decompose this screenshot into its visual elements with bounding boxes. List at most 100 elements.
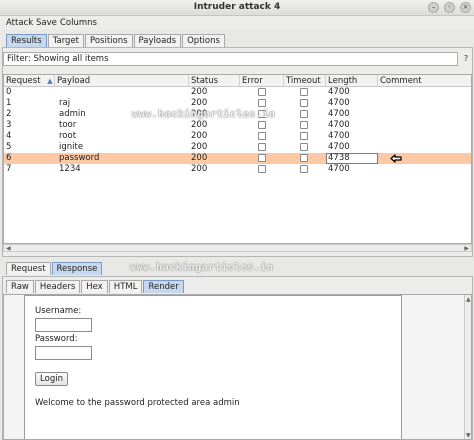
- error-checkbox[interactable]: [258, 143, 266, 151]
- error-checkbox[interactable]: [258, 154, 266, 162]
- request-response-tab-bar: Request Response: [6, 262, 103, 275]
- timeout-checkbox[interactable]: [300, 110, 308, 118]
- rendered-page: Username: Password: Login Welcome to the…: [24, 295, 402, 439]
- tab-options[interactable]: Options: [182, 34, 225, 47]
- username-label: Username:: [35, 306, 82, 316]
- menu-bar: Attack Save Columns: [0, 16, 474, 30]
- help-icon[interactable]: ?: [460, 52, 472, 66]
- cell-request: 4: [6, 131, 12, 141]
- error-checkbox[interactable]: [258, 99, 266, 107]
- welcome-message: Welcome to the password protected area a…: [35, 398, 240, 408]
- cell-request: 7: [6, 164, 12, 174]
- cell-length: 4700: [328, 120, 350, 130]
- tab-payloads[interactable]: Payloads: [133, 34, 182, 47]
- login-button[interactable]: Login: [35, 372, 68, 386]
- cell-length: 4700: [328, 98, 350, 108]
- results-table: Request ▲ Payload Status Error Timeout L…: [3, 74, 472, 244]
- tab-render[interactable]: Render: [143, 280, 184, 293]
- cell-status: 200: [191, 120, 208, 130]
- timeout-checkbox[interactable]: [300, 165, 308, 173]
- cell-status: 200: [191, 153, 208, 163]
- table-row[interactable]: 0 200 4700: [4, 87, 471, 98]
- menu-attack[interactable]: Attack: [6, 18, 33, 28]
- timeout-checkbox[interactable]: [300, 154, 308, 162]
- menu-save[interactable]: Save: [36, 18, 57, 28]
- cell-length: 4700: [328, 109, 350, 119]
- menu-columns[interactable]: Columns: [60, 18, 97, 28]
- password-label: Password:: [35, 334, 78, 344]
- cell-payload: raj: [59, 98, 71, 108]
- cell-status: 200: [191, 131, 208, 141]
- tab-headers[interactable]: Headers: [34, 280, 81, 293]
- timeout-checkbox[interactable]: [300, 99, 308, 107]
- sort-ascending-icon: ▲: [47, 77, 53, 85]
- tab-hex[interactable]: Hex: [81, 280, 108, 293]
- watermark-text: www.hackingarticles.in: [130, 262, 274, 273]
- minimize-icon[interactable]: –: [428, 2, 439, 13]
- cell-status: 200: [191, 164, 208, 174]
- username-input[interactable]: [35, 318, 92, 332]
- table-row-selected[interactable]: 6 password 200 4738: [4, 153, 471, 164]
- cell-request: 5: [6, 142, 12, 152]
- column-comment[interactable]: Comment: [378, 75, 471, 87]
- column-request[interactable]: Request ▲: [4, 75, 55, 87]
- cell-payload: toor: [59, 120, 77, 130]
- table-row[interactable]: 5 ignite 200 4700: [4, 142, 471, 153]
- tab-positions[interactable]: Positions: [85, 34, 133, 47]
- scroll-up-icon[interactable]: ▲: [466, 296, 471, 304]
- column-length[interactable]: Length: [326, 75, 378, 87]
- scroll-down-icon[interactable]: ▼: [466, 432, 471, 439]
- cell-request: 6: [6, 153, 12, 163]
- column-payload[interactable]: Payload: [55, 75, 189, 87]
- cell-request: 2: [6, 109, 12, 119]
- cell-payload: 1234: [59, 164, 81, 174]
- render-vertical-scrollbar[interactable]: ▲ ▼: [464, 295, 471, 439]
- column-request-label: Request: [6, 76, 41, 86]
- pointer-arrow-icon: [390, 154, 402, 163]
- close-icon[interactable]: ×: [460, 2, 471, 13]
- error-checkbox[interactable]: [258, 132, 266, 140]
- table-row[interactable]: 3 toor 200 4700: [4, 120, 471, 131]
- column-timeout[interactable]: Timeout: [284, 75, 326, 87]
- timeout-checkbox[interactable]: [300, 121, 308, 129]
- tab-request[interactable]: Request: [6, 262, 51, 275]
- table-row[interactable]: 4 root 200 4700: [4, 131, 471, 142]
- cell-payload: password: [59, 153, 100, 163]
- top-tab-bar: Results Target Positions Payloads Option…: [6, 34, 225, 47]
- cell-request: 0: [6, 87, 12, 97]
- scroll-right-icon[interactable]: ▶: [464, 245, 469, 253]
- cell-length: 4700: [328, 142, 350, 152]
- window-title: Intruder attack 4: [193, 2, 281, 12]
- cell-status: 200: [191, 142, 208, 152]
- table-horizontal-scrollbar[interactable]: ◀ ▶: [3, 244, 472, 252]
- cell-length: 4700: [328, 164, 350, 174]
- cell-length: 4700: [328, 87, 350, 97]
- cell-request: 1: [6, 98, 12, 108]
- tab-html[interactable]: HTML: [108, 280, 143, 293]
- error-checkbox[interactable]: [258, 121, 266, 129]
- cell-length: 4700: [328, 131, 350, 141]
- table-row[interactable]: 7 1234 200 4700: [4, 164, 471, 175]
- cell-status: 200: [191, 87, 208, 97]
- maximize-icon[interactable]: ◦: [444, 2, 455, 13]
- column-status[interactable]: Status: [189, 75, 240, 87]
- tab-results[interactable]: Results: [6, 34, 47, 47]
- timeout-checkbox[interactable]: [300, 143, 308, 151]
- error-checkbox[interactable]: [258, 88, 266, 96]
- table-header: Request ▲ Payload Status Error Timeout L…: [4, 75, 471, 87]
- filter-bar[interactable]: Filter: Showing all items: [3, 52, 458, 66]
- column-error[interactable]: Error: [240, 75, 284, 87]
- error-checkbox[interactable]: [258, 165, 266, 173]
- tab-target[interactable]: Target: [47, 34, 84, 47]
- title-bar: Intruder attack 4 – ◦ ×: [0, 0, 474, 16]
- cell-request: 3: [6, 120, 12, 130]
- timeout-checkbox[interactable]: [300, 88, 308, 96]
- table-row[interactable]: 1 raj 200 4700: [4, 98, 471, 109]
- scroll-left-icon[interactable]: ◀: [6, 245, 11, 253]
- tab-raw[interactable]: Raw: [6, 280, 34, 293]
- timeout-checkbox[interactable]: [300, 132, 308, 140]
- tab-response[interactable]: Response: [51, 262, 103, 275]
- cell-payload: root: [59, 131, 77, 141]
- password-input[interactable]: [35, 346, 92, 360]
- view-tab-bar: Raw Headers Hex HTML Render: [6, 280, 184, 293]
